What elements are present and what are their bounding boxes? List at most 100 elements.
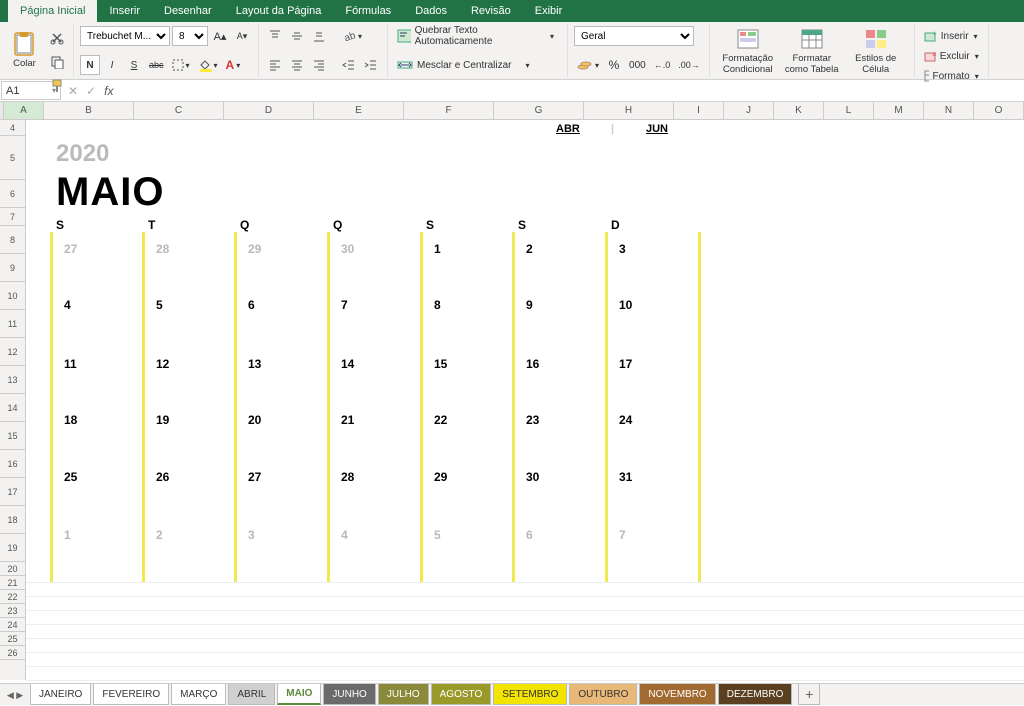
calendar-day[interactable]: 29 bbox=[434, 470, 447, 484]
calendar-day[interactable]: 17 bbox=[619, 357, 632, 371]
sheet-tab-maio[interactable]: MAIO bbox=[277, 684, 321, 705]
row-header-4[interactable]: 4 bbox=[0, 120, 25, 136]
orientation-button[interactable]: ab bbox=[339, 26, 365, 46]
calendar-day[interactable]: 5 bbox=[434, 528, 441, 542]
row-header-14[interactable]: 14 bbox=[0, 394, 25, 422]
wrap-text-button[interactable]: Quebrar Texto Automaticamente bbox=[394, 26, 539, 46]
sheet-nav-arrows[interactable]: ◀ ▶ bbox=[0, 684, 30, 706]
format-painter-button[interactable] bbox=[47, 76, 67, 96]
sheet-tab-fevereiro[interactable]: FEVEREIRO bbox=[93, 684, 169, 705]
calendar-day[interactable]: 6 bbox=[526, 528, 533, 542]
border-button[interactable] bbox=[169, 55, 193, 75]
sheet-tab-novembro[interactable]: NOVEMBRO bbox=[639, 684, 715, 705]
percent-button[interactable]: % bbox=[604, 55, 624, 75]
calendar-day[interactable]: 3 bbox=[248, 528, 255, 542]
merge-button[interactable]: Mesclar e Centralizar bbox=[394, 55, 514, 75]
formula-input[interactable] bbox=[119, 80, 1024, 101]
conditional-formatting-button[interactable]: Formatação Condicional bbox=[716, 25, 780, 77]
calendar-day[interactable]: 1 bbox=[64, 528, 71, 542]
format-table-button[interactable]: Formatar como Tabela bbox=[780, 25, 844, 77]
row-header-24[interactable]: 24 bbox=[0, 618, 25, 632]
sheet-tab-março[interactable]: MARÇO bbox=[171, 684, 226, 705]
row-header-22[interactable]: 22 bbox=[0, 590, 25, 604]
currency-button[interactable] bbox=[574, 55, 602, 75]
row-header-5[interactable]: 5 bbox=[0, 136, 25, 180]
calendar-day[interactable]: 24 bbox=[619, 413, 632, 427]
calendar-day[interactable]: 28 bbox=[341, 470, 354, 484]
align-bottom-button[interactable] bbox=[309, 26, 329, 46]
ribbon-tab-desenhar[interactable]: Desenhar bbox=[152, 0, 224, 22]
sheet-tab-outubro[interactable]: OUTUBRO bbox=[569, 684, 637, 705]
align-middle-button[interactable] bbox=[287, 26, 307, 46]
comma-button[interactable]: 000 bbox=[626, 55, 649, 75]
row-header-8[interactable]: 8 bbox=[0, 226, 25, 254]
col-header-C[interactable]: C bbox=[134, 102, 224, 119]
add-sheet-button[interactable]: + bbox=[798, 684, 820, 705]
ribbon-tab-página-inicial[interactable]: Página Inicial bbox=[8, 0, 97, 22]
wrap-dropdown[interactable] bbox=[541, 26, 561, 46]
insert-cells-button[interactable]: +Inserir bbox=[921, 26, 981, 46]
font-name-select[interactable]: Trebuchet M... bbox=[80, 26, 170, 46]
ribbon-tab-fórmulas[interactable]: Fórmulas bbox=[333, 0, 403, 22]
calendar-day[interactable]: 7 bbox=[341, 298, 348, 312]
sheet-tab-agosto[interactable]: AGOSTO bbox=[431, 684, 492, 705]
align-top-button[interactable] bbox=[265, 26, 285, 46]
row-header-25[interactable]: 25 bbox=[0, 632, 25, 646]
cells-area[interactable]: 2020 MAIO ABR | JUN STQQSSD2728293012345… bbox=[26, 120, 1024, 680]
col-header-A[interactable]: A bbox=[4, 102, 44, 119]
calendar-day[interactable]: 18 bbox=[64, 413, 77, 427]
increase-indent-button[interactable] bbox=[361, 55, 381, 75]
calendar-day[interactable]: 10 bbox=[619, 298, 632, 312]
decrease-font-button[interactable]: A▾ bbox=[232, 26, 252, 46]
calendar-day[interactable]: 9 bbox=[526, 298, 533, 312]
calendar-day[interactable]: 5 bbox=[156, 298, 163, 312]
calendar-day[interactable]: 30 bbox=[341, 242, 354, 256]
calendar-day[interactable]: 2 bbox=[526, 242, 533, 256]
row-header-7[interactable]: 7 bbox=[0, 208, 25, 226]
col-header-E[interactable]: E bbox=[314, 102, 404, 119]
sheet-tab-dezembro[interactable]: DEZEMBRO bbox=[718, 684, 793, 705]
font-size-select[interactable]: 8 bbox=[172, 26, 208, 46]
calendar-day[interactable]: 13 bbox=[248, 357, 261, 371]
calendar-day[interactable]: 4 bbox=[64, 298, 71, 312]
italic-button[interactable]: I bbox=[102, 55, 122, 75]
font-color-button[interactable]: A bbox=[223, 55, 244, 75]
increase-font-button[interactable]: A▴ bbox=[210, 26, 230, 46]
number-format-select[interactable]: Geral bbox=[574, 26, 694, 46]
row-header-11[interactable]: 11 bbox=[0, 310, 25, 338]
col-header-D[interactable]: D bbox=[224, 102, 314, 119]
paste-button[interactable]: Colar bbox=[6, 26, 43, 74]
calendar-day[interactable]: 27 bbox=[64, 242, 77, 256]
row-header-17[interactable]: 17 bbox=[0, 478, 25, 506]
row-header-20[interactable]: 20 bbox=[0, 562, 25, 576]
calendar-day[interactable]: 14 bbox=[341, 357, 354, 371]
fill-color-button[interactable] bbox=[195, 55, 221, 75]
row-header-13[interactable]: 13 bbox=[0, 366, 25, 394]
row-header-12[interactable]: 12 bbox=[0, 338, 25, 366]
ribbon-tab-revisão[interactable]: Revisão bbox=[459, 0, 523, 22]
cancel-formula-icon[interactable]: ✕ bbox=[68, 84, 78, 98]
calendar-day[interactable]: 25 bbox=[64, 470, 77, 484]
merge-dropdown[interactable] bbox=[516, 55, 536, 75]
cut-button[interactable] bbox=[47, 28, 67, 48]
calendar-day[interactable]: 2 bbox=[156, 528, 163, 542]
sheet-tab-junho[interactable]: JUNHO bbox=[323, 684, 375, 705]
calendar-day[interactable]: 19 bbox=[156, 413, 169, 427]
row-header-18[interactable]: 18 bbox=[0, 506, 25, 534]
calendar-day[interactable]: 1 bbox=[434, 242, 441, 256]
calendar-day[interactable]: 29 bbox=[248, 242, 261, 256]
col-header-N[interactable]: N bbox=[924, 102, 974, 119]
underline-button[interactable]: S bbox=[124, 55, 144, 75]
row-header-16[interactable]: 16 bbox=[0, 450, 25, 478]
col-header-M[interactable]: M bbox=[874, 102, 924, 119]
calendar-day[interactable]: 31 bbox=[619, 470, 632, 484]
calendar-day[interactable]: 21 bbox=[341, 413, 354, 427]
ribbon-tab-dados[interactable]: Dados bbox=[403, 0, 459, 22]
calendar-day[interactable]: 8 bbox=[434, 298, 441, 312]
ribbon-tab-layout-da-página[interactable]: Layout da Página bbox=[224, 0, 334, 22]
prev-month-link[interactable]: ABR bbox=[556, 123, 580, 135]
col-header-K[interactable]: K bbox=[774, 102, 824, 119]
calendar-day[interactable]: 26 bbox=[156, 470, 169, 484]
row-header-23[interactable]: 23 bbox=[0, 604, 25, 618]
calendar-day[interactable]: 12 bbox=[156, 357, 169, 371]
